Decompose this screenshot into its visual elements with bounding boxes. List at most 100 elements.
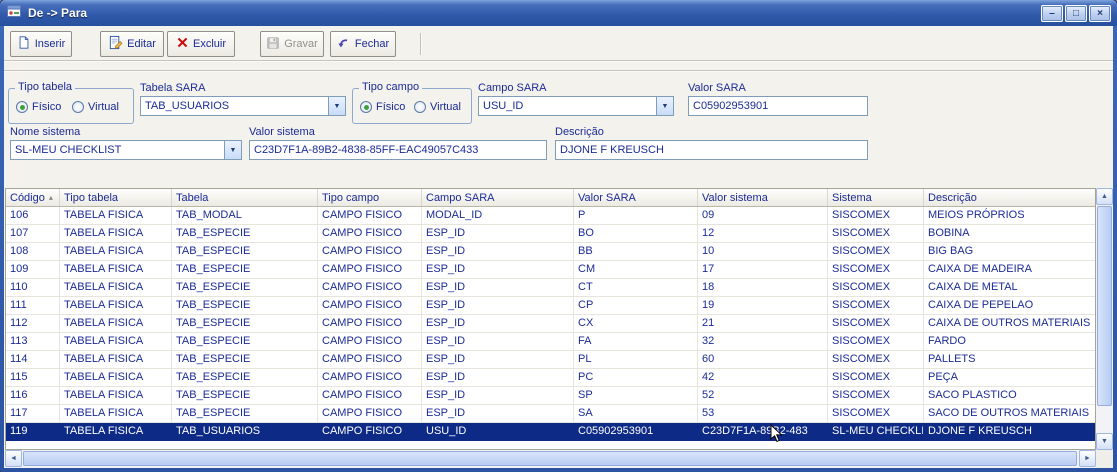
- editar-button[interactable]: Editar: [100, 31, 164, 57]
- column-header[interactable]: Campo SARA: [422, 189, 574, 206]
- maximize-button[interactable]: □: [1065, 4, 1087, 22]
- table-row[interactable]: 109 TABELA FISICA TAB_ESPECIE CAMPO FISICO E…: [6, 261, 1095, 279]
- cell: 109: [6, 261, 60, 279]
- tipo-tabela-virtual-radio[interactable]: Virtual: [72, 101, 119, 113]
- tipo-tabela-group: Tipo tabela Físico Virtual: [8, 81, 134, 124]
- column-header[interactable]: Tabela: [172, 189, 318, 206]
- tabela-sara-combo[interactable]: TAB_USUARIOS ▼: [140, 96, 346, 116]
- cell: CP: [574, 297, 698, 315]
- cell: MEIOS PRÓPRIOS: [924, 207, 1095, 225]
- cell: TAB_ESPECIE: [172, 243, 318, 261]
- cell: DJONE F KREUSCH: [924, 423, 1095, 441]
- column-header[interactable]: Sistema: [828, 189, 924, 206]
- campo-sara-combo[interactable]: USU_ID ▼: [478, 96, 674, 116]
- chevron-down-icon[interactable]: ▼: [328, 97, 345, 115]
- cell: TAB_ESPECIE: [172, 261, 318, 279]
- cell: SISCOMEX: [828, 405, 924, 423]
- fechar-button[interactable]: Fechar: [330, 31, 396, 57]
- minimize-button[interactable]: –: [1041, 4, 1063, 22]
- vertical-scroll-thumb[interactable]: [1097, 206, 1112, 406]
- chevron-down-icon[interactable]: ▼: [224, 141, 241, 159]
- tipo-campo-virtual-radio[interactable]: Virtual: [414, 101, 461, 113]
- scroll-right-icon[interactable]: ►: [1079, 450, 1096, 467]
- column-header[interactable]: Tipo campo: [318, 189, 422, 206]
- cell: SISCOMEX: [828, 279, 924, 297]
- cell: 113: [6, 333, 60, 351]
- column-header[interactable]: Código ▴: [6, 189, 60, 206]
- table-row[interactable]: 117 TABELA FISICA TAB_ESPECIE CAMPO FISICO E…: [6, 405, 1095, 423]
- tipo-campo-fisico-radio[interactable]: Físico: [360, 101, 405, 113]
- cell: USU_ID: [422, 423, 574, 441]
- cell: 32: [698, 333, 828, 351]
- cell: TAB_ESPECIE: [172, 315, 318, 333]
- scroll-left-icon[interactable]: ◄: [5, 450, 22, 467]
- cell: 112: [6, 315, 60, 333]
- valor-sistema-input[interactable]: [249, 140, 547, 160]
- excluir-button[interactable]: Excluir: [167, 31, 235, 57]
- table-row[interactable]: 112 TABELA FISICA TAB_ESPECIE CAMPO FISICO E…: [6, 315, 1095, 333]
- excluir-label: Excluir: [192, 38, 226, 50]
- column-header[interactable]: Valor sistema: [698, 189, 828, 206]
- close-button[interactable]: ×: [1089, 4, 1111, 22]
- column-header[interactable]: Valor SARA: [574, 189, 698, 206]
- cell: CAIXA DE MADEIRA: [924, 261, 1095, 279]
- column-header[interactable]: Descrição: [924, 189, 1095, 206]
- cell: TABELA FISICA: [60, 225, 172, 243]
- cell: CX: [574, 315, 698, 333]
- chevron-down-icon[interactable]: ▼: [656, 97, 673, 115]
- cell: CAMPO FISICO: [318, 261, 422, 279]
- table-row[interactable]: 116 TABELA FISICA TAB_ESPECIE CAMPO FISICO E…: [6, 387, 1095, 405]
- table-row[interactable]: 106 TABELA FISICA TAB_MODAL CAMPO FISICO MOD…: [6, 207, 1095, 225]
- scroll-up-icon[interactable]: ▲: [1096, 188, 1113, 205]
- cell: CAMPO FISICO: [318, 369, 422, 387]
- cell: 106: [6, 207, 60, 225]
- descricao-input[interactable]: [555, 140, 868, 160]
- table-row[interactable]: 113 TABELA FISICA TAB_ESPECIE CAMPO FISICO E…: [6, 333, 1095, 351]
- descricao-label: Descrição: [555, 126, 604, 138]
- vertical-scrollbar[interactable]: ▲ ▼: [1096, 188, 1113, 450]
- tipo-campo-label: Tipo campo: [359, 81, 423, 93]
- tipo-tabela-fisico-radio[interactable]: Físico: [16, 101, 61, 113]
- cell: ESP_ID: [422, 405, 574, 423]
- cell: ESP_ID: [422, 369, 574, 387]
- cell: 119: [6, 423, 60, 441]
- valor-sara-label: Valor SARA: [688, 82, 746, 94]
- nome-sistema-combo[interactable]: SL-MEU CHECKLIST ▼: [10, 140, 242, 160]
- cell: TAB_MODAL: [172, 207, 318, 225]
- horizontal-scroll-thumb[interactable]: [23, 451, 1077, 466]
- tipo-campo-group: Tipo campo Físico Virtual: [352, 81, 472, 124]
- cell: TABELA FISICA: [60, 333, 172, 351]
- cell: 21: [698, 315, 828, 333]
- inserir-button[interactable]: Inserir: [10, 31, 72, 57]
- horizontal-scrollbar[interactable]: ◄ ►: [5, 450, 1096, 468]
- table-row[interactable]: 107 TABELA FISICA TAB_ESPECIE CAMPO FISICO E…: [6, 225, 1095, 243]
- cell: TAB_ESPECIE: [172, 225, 318, 243]
- cell: P: [574, 207, 698, 225]
- scroll-down-icon[interactable]: ▼: [1096, 433, 1113, 450]
- cell: 10: [698, 243, 828, 261]
- cell: SL-MEU CHECKLIST: [828, 423, 924, 441]
- grid-header: Código ▴ Tipo tabela Tabela Tipo campo Campo …: [6, 189, 1095, 207]
- scrollbar-corner: [1096, 450, 1113, 468]
- cell: TABELA FISICA: [60, 297, 172, 315]
- cell: CAMPO FISICO: [318, 279, 422, 297]
- column-header[interactable]: Tipo tabela: [60, 189, 172, 206]
- cell: SACO DE OUTROS MATERIAIS: [924, 405, 1095, 423]
- table-row[interactable]: 115 TABELA FISICA TAB_ESPECIE CAMPO FISICO E…: [6, 369, 1095, 387]
- table-row[interactable]: 114 TABELA FISICA TAB_ESPECIE CAMPO FISICO E…: [6, 351, 1095, 369]
- valor-sara-input[interactable]: [688, 96, 868, 116]
- editar-label: Editar: [127, 38, 156, 50]
- table-row[interactable]: 119 TABELA FISICA TAB_USUARIOS CAMPO FISICO…: [6, 423, 1095, 441]
- cell: SISCOMEX: [828, 369, 924, 387]
- undo-arrow-icon: [337, 36, 351, 53]
- cell: TABELA FISICA: [60, 387, 172, 405]
- tipo-tabela-label: Tipo tabela: [15, 81, 76, 93]
- cell: CAMPO FISICO: [318, 387, 422, 405]
- cell: TABELA FISICA: [60, 207, 172, 225]
- cell: TABELA FISICA: [60, 351, 172, 369]
- table-row[interactable]: 111 TABELA FISICA TAB_ESPECIE CAMPO FISICO E…: [6, 297, 1095, 315]
- cell: 115: [6, 369, 60, 387]
- table-row[interactable]: 110 TABELA FISICA TAB_ESPECIE CAMPO FISICO E…: [6, 279, 1095, 297]
- table-row[interactable]: 108 TABELA FISICA TAB_ESPECIE CAMPO FISICO E…: [6, 243, 1095, 261]
- cell: TABELA FISICA: [60, 279, 172, 297]
